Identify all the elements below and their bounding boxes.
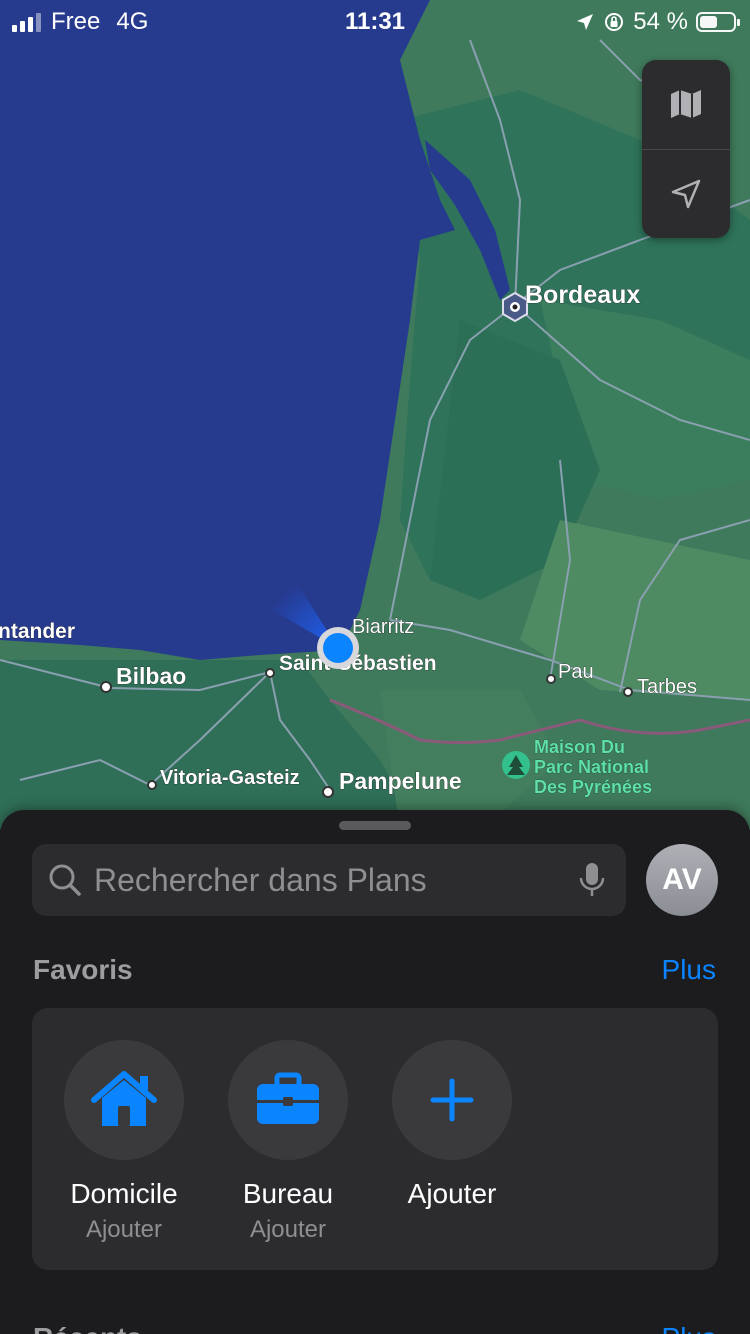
favorite-add[interactable]: Ajouter <box>392 1040 512 1210</box>
favorite-work[interactable]: Bureau Ajouter <box>228 1040 348 1244</box>
label-pampelune: Pampelune <box>339 768 462 794</box>
label-bordeaux: Bordeaux <box>525 281 640 309</box>
park-marker[interactable] <box>502 751 530 779</box>
map-controls <box>642 60 730 238</box>
pampelune-marker[interactable] <box>322 786 334 798</box>
favorite-add-circle[interactable] <box>392 1040 512 1160</box>
plus-icon <box>430 1078 474 1122</box>
sheet-grabber[interactable] <box>339 821 411 830</box>
saint-sebastien-marker[interactable] <box>265 668 275 678</box>
label-pau: Pau <box>558 661 594 683</box>
status-bar: Free 4G 11:31 54 % <box>0 0 750 44</box>
label-park-3: Des Pyrénées <box>534 777 652 797</box>
favorite-work-subtitle: Ajouter <box>249 1216 327 1243</box>
label-park-1: Maison Du <box>534 737 625 757</box>
label-saint-sebastien: Saint-Sébastien <box>279 652 437 675</box>
bordeaux-marker[interactable] <box>502 291 528 323</box>
favorite-work-title: Bureau <box>242 1178 334 1209</box>
battery-percent: 54 % <box>633 8 688 35</box>
house-icon <box>91 1071 157 1126</box>
label-bilbao: Bilbao <box>116 663 186 689</box>
recents-more-link[interactable]: Plus <box>662 1322 716 1334</box>
favorite-home[interactable]: Domicile Ajouter <box>64 1040 184 1244</box>
label-tarbes: Tarbes <box>637 676 697 698</box>
favorite-home-title: Domicile <box>70 1178 178 1209</box>
bottom-sheet[interactable]: AV Favoris Plus Domicile Ajouter Bureau … <box>0 810 750 1334</box>
search-icon <box>49 864 81 896</box>
location-services-icon <box>577 14 594 30</box>
favorite-work-circle[interactable] <box>228 1040 348 1160</box>
bilbao-marker[interactable] <box>100 681 112 693</box>
map-mode-button[interactable] <box>642 60 730 148</box>
recents-title: Récents <box>33 1322 142 1334</box>
avatar[interactable]: AV <box>646 844 718 916</box>
favorites-card: Domicile Ajouter Bureau Ajouter Ajouter <box>32 1008 718 1270</box>
briefcase-icon <box>257 1072 319 1124</box>
search-input[interactable] <box>94 844 564 916</box>
tarbes-marker[interactable] <box>623 687 633 697</box>
pau-marker[interactable] <box>546 674 556 684</box>
favorite-home-subtitle: Ajouter <box>85 1216 163 1243</box>
map-icon <box>671 90 701 118</box>
favorites-more-link[interactable]: Plus <box>662 954 716 986</box>
label-biarritz: Biarritz <box>352 616 414 638</box>
location-arrow-icon <box>671 179 701 209</box>
favorite-add-title: Ajouter <box>407 1178 497 1209</box>
locate-button[interactable] <box>642 150 730 238</box>
label-vitoria: Vitoria-Gasteiz <box>160 767 300 789</box>
label-santander: ntander <box>0 620 75 643</box>
microphone-icon[interactable] <box>576 860 608 900</box>
favorite-home-circle[interactable] <box>64 1040 184 1160</box>
search-bar[interactable] <box>32 844 626 916</box>
vitoria-marker[interactable] <box>147 780 157 790</box>
favorites-title: Favoris <box>33 954 133 985</box>
label-park-2: Parc National <box>534 757 649 777</box>
rotation-lock-icon <box>605 13 624 31</box>
map-view[interactable]: Bordeaux ntander Bilbao Biarritz Saint-S… <box>0 0 750 830</box>
battery-icon <box>696 12 740 32</box>
